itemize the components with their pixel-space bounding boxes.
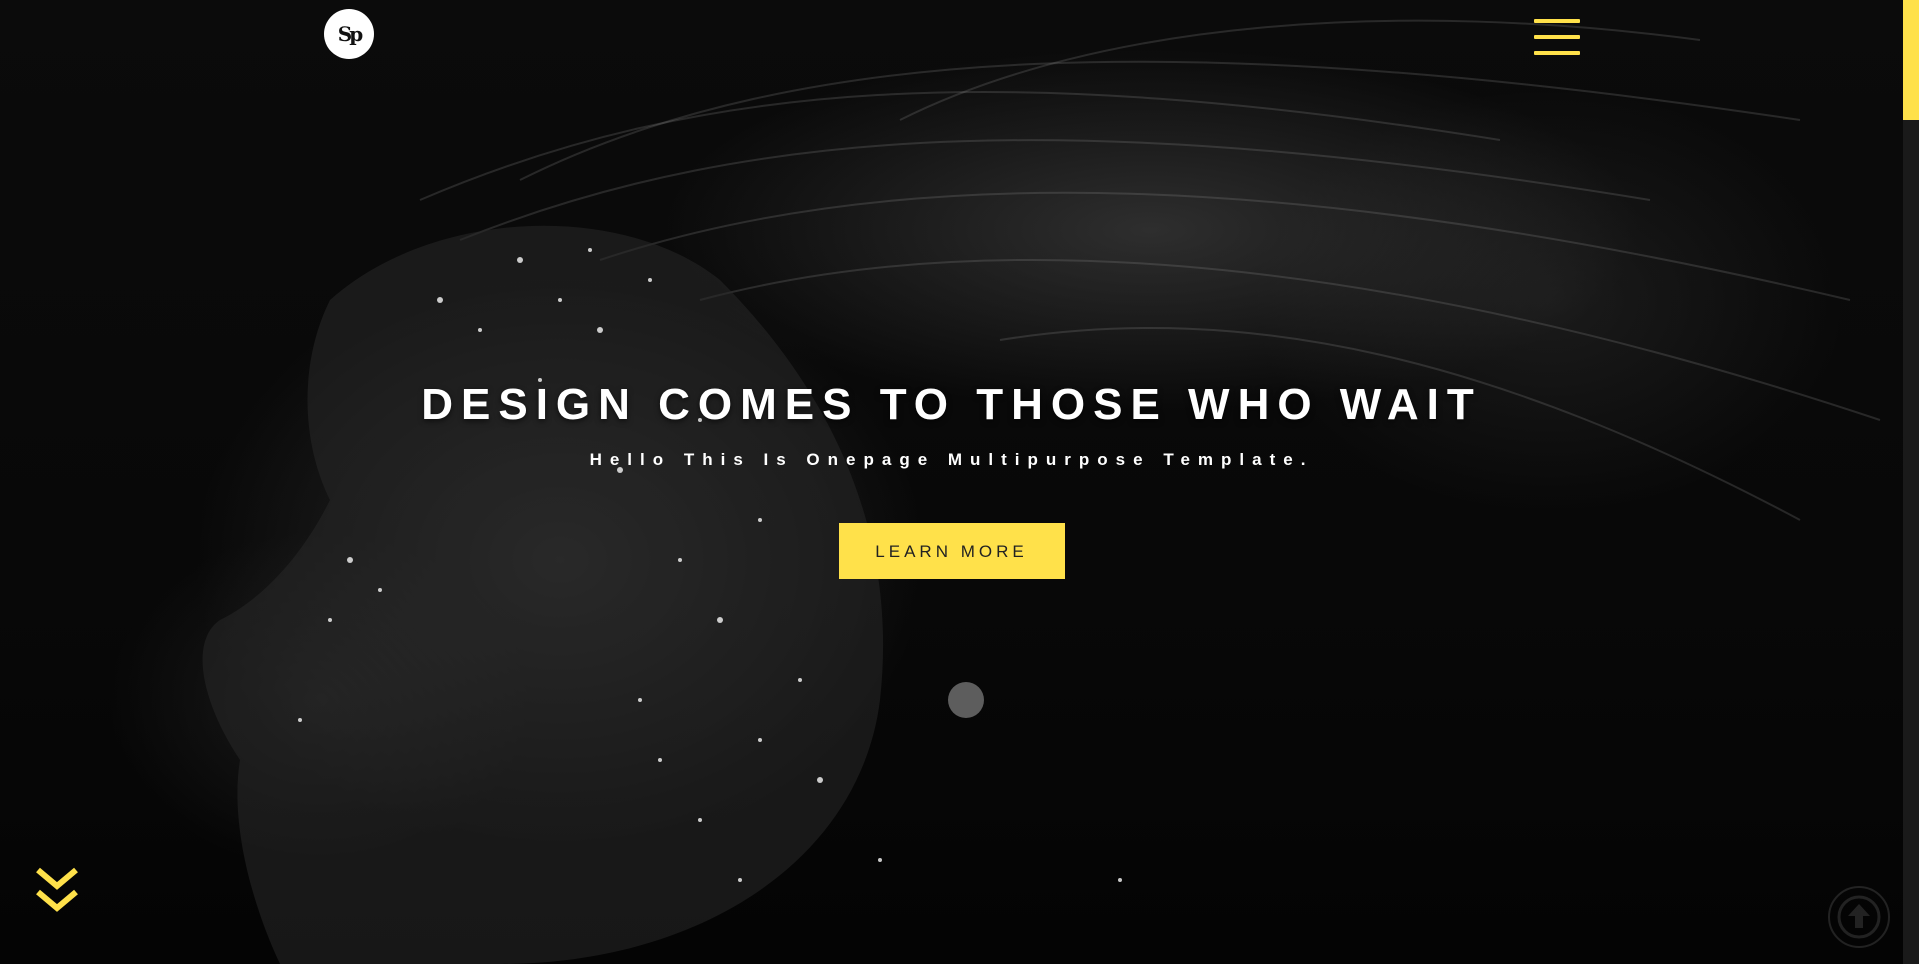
hero-title: DESIGN COMES TO THOSE WHO WAIT (421, 380, 1482, 429)
menu-line-bottom (1534, 51, 1580, 55)
arrow-up-circle-icon[interactable] (1828, 886, 1890, 948)
logo-monogram: Sp (337, 22, 363, 46)
menu-line-middle (1534, 35, 1580, 39)
learn-more-button[interactable]: LEARN MORE (838, 523, 1065, 579)
hamburger-menu-icon[interactable] (1534, 19, 1580, 55)
scrollbar-thumb[interactable] (1903, 0, 1919, 120)
double-chevron-down-icon[interactable] (34, 866, 80, 918)
menu-line-top (1534, 19, 1580, 23)
hero-subtitle: Hello This Is Onepage Multipurpose Templ… (589, 450, 1314, 469)
page: Sp DESIGN COMES TO THOSE WHO WAIT Hello … (0, 0, 1919, 964)
scrollbar-track[interactable] (1903, 0, 1919, 964)
hero-content: DESIGN COMES TO THOSE WHO WAIT Hello Thi… (0, 370, 1903, 579)
brand-logo[interactable]: Sp (324, 9, 374, 59)
